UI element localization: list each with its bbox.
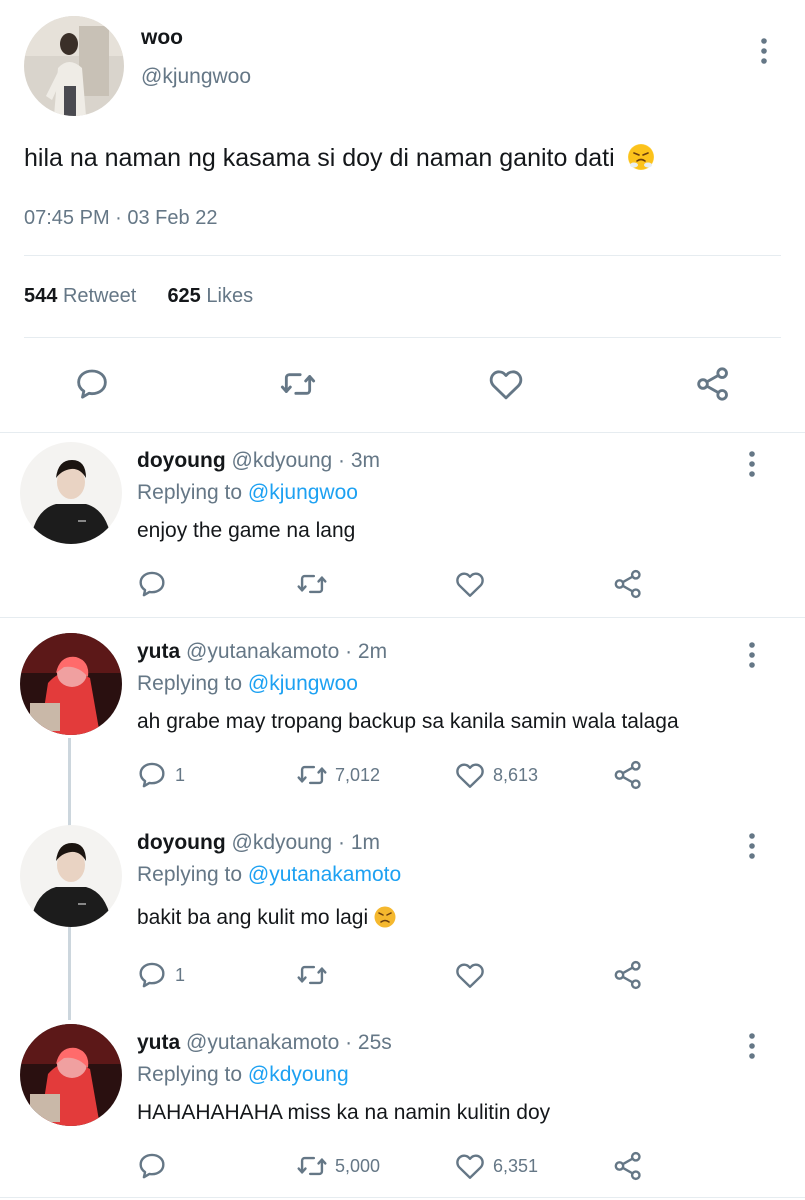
divider [0, 432, 805, 433]
share-icon[interactable] [611, 758, 645, 792]
reply-action-comment[interactable] [135, 567, 175, 601]
replying-to: Replying to @yutanakamoto [137, 863, 401, 887]
user-handle-time[interactable]: @yutanakamoto · 25s [186, 1031, 392, 1054]
reply-action-retweet[interactable]: 7,012 [295, 758, 380, 792]
share-icon[interactable] [611, 1149, 645, 1183]
tweet-text: hila na naman ng kasama si doy di naman … [24, 144, 654, 173]
user-handle-time[interactable]: @kdyoung · 1m [232, 831, 381, 854]
display-name[interactable]: woo [141, 26, 183, 50]
user-handle-time[interactable]: @yutanakamoto · 2m [186, 640, 387, 663]
divider [0, 1197, 805, 1198]
reply-action-like[interactable] [453, 958, 493, 992]
reply-text: enjoy the game na lang [137, 519, 356, 542]
like-label[interactable]: Likes [206, 285, 253, 307]
reply-action-share[interactable] [611, 758, 645, 792]
share-icon[interactable] [611, 958, 645, 992]
reply-header: yuta @yutanakamoto · 2m [137, 640, 387, 664]
reply-action-retweet[interactable] [295, 567, 335, 601]
replying-label: Replying to [137, 481, 243, 504]
like-count: 6,351 [493, 1155, 539, 1176]
replying-to-link[interactable]: @kjungwoo [248, 672, 358, 695]
retweet-icon[interactable] [295, 1149, 329, 1183]
replying-to-link[interactable]: @kjungwoo [248, 481, 358, 504]
comment-icon[interactable] [135, 1149, 169, 1183]
reply-action-share[interactable] [611, 567, 645, 601]
avatar[interactable] [20, 1024, 122, 1126]
share-icon[interactable] [611, 567, 645, 601]
more-icon[interactable] [754, 36, 774, 70]
reply-text: ah grabe may tropang backup sa kanila sa… [137, 710, 679, 733]
reply-count: 1 [175, 964, 186, 985]
engagement-counts: 544 Retweet 625 Likes [24, 285, 253, 308]
display-name[interactable]: doyoung [137, 831, 226, 854]
divider [24, 337, 781, 338]
steam-nose-emoji-icon [627, 144, 654, 170]
reply-action-comment[interactable]: 1 [135, 958, 185, 992]
angry-face-icon [374, 906, 396, 928]
retweet-icon[interactable] [295, 758, 329, 792]
more-icon[interactable] [742, 640, 762, 674]
retweet-icon[interactable] [295, 567, 329, 601]
reply-text: HAHAHAHAHA miss ka na namin kulitin doy [137, 1101, 551, 1124]
replying-to: Replying to @kjungwoo [137, 672, 358, 696]
like-icon[interactable] [453, 958, 487, 992]
retweet-count: 7,012 [335, 764, 381, 785]
more-icon[interactable] [742, 449, 762, 483]
like-icon[interactable] [486, 364, 526, 404]
retweet-count: 5,000 [335, 1155, 381, 1176]
replying-label: Replying to [137, 863, 243, 886]
reply-action-like[interactable]: 8,613 [453, 758, 538, 792]
like-count[interactable]: 625 [167, 285, 200, 307]
retweet-icon[interactable] [278, 364, 318, 404]
reply-count: 1 [175, 764, 186, 785]
retweet-count[interactable]: 544 [24, 285, 57, 307]
reply-action-like[interactable]: 6,351 [453, 1149, 538, 1183]
display-name[interactable]: yuta [137, 1031, 180, 1054]
reply-action-like[interactable] [453, 567, 493, 601]
avatar[interactable] [20, 442, 122, 544]
avatar[interactable] [20, 825, 122, 927]
display-name[interactable]: yuta [137, 640, 180, 663]
user-handle-time[interactable]: @kdyoung · 3m [232, 449, 381, 472]
reply-header: doyoung @kdyoung · 3m [137, 449, 380, 473]
reply-action-retweet[interactable] [295, 958, 335, 992]
avatar[interactable] [20, 633, 122, 735]
like-icon[interactable] [453, 567, 487, 601]
tweet-text-content: hila na naman ng kasama si doy di naman … [24, 144, 615, 172]
replying-label: Replying to [137, 1063, 243, 1086]
comment-icon[interactable] [72, 364, 112, 404]
replying-to-link[interactable]: @kdyoung [248, 1063, 349, 1086]
retweet-icon[interactable] [295, 958, 329, 992]
divider [0, 617, 805, 618]
replying-to: Replying to @kjungwoo [137, 481, 358, 505]
share-icon[interactable] [693, 364, 733, 404]
tweet-timestamp[interactable]: 07:45 PM · 03 Feb 22 [24, 207, 217, 230]
more-icon[interactable] [742, 831, 762, 865]
replying-label: Replying to [137, 672, 243, 695]
reply-header: doyoung @kdyoung · 1m [137, 831, 380, 855]
reply-action-retweet[interactable]: 5,000 [295, 1149, 380, 1183]
replying-to-link[interactable]: @yutanakamoto [248, 863, 401, 886]
like-icon[interactable] [453, 758, 487, 792]
comment-icon[interactable] [135, 958, 169, 992]
reply-text: bakit ba ang kulit mo lagi [137, 906, 396, 930]
avatar[interactable] [24, 16, 124, 116]
display-name[interactable]: doyoung [137, 449, 226, 472]
reply-action-share[interactable] [611, 1149, 645, 1183]
like-count: 8,613 [493, 764, 539, 785]
more-icon[interactable] [742, 1031, 762, 1065]
divider [24, 255, 781, 256]
reply-text-content: bakit ba ang kulit mo lagi [137, 906, 369, 929]
comment-icon[interactable] [135, 758, 169, 792]
reply-action-share[interactable] [611, 958, 645, 992]
user-handle[interactable]: @kjungwoo [141, 65, 251, 89]
reply-header: yuta @yutanakamoto · 25s [137, 1031, 392, 1055]
replying-to: Replying to @kdyoung [137, 1063, 349, 1087]
reply-action-comment[interactable]: 1 [135, 758, 185, 792]
retweet-label[interactable]: Retweet [63, 285, 136, 307]
reply-action-comment[interactable] [135, 1149, 175, 1183]
comment-icon[interactable] [135, 567, 169, 601]
like-icon[interactable] [453, 1149, 487, 1183]
